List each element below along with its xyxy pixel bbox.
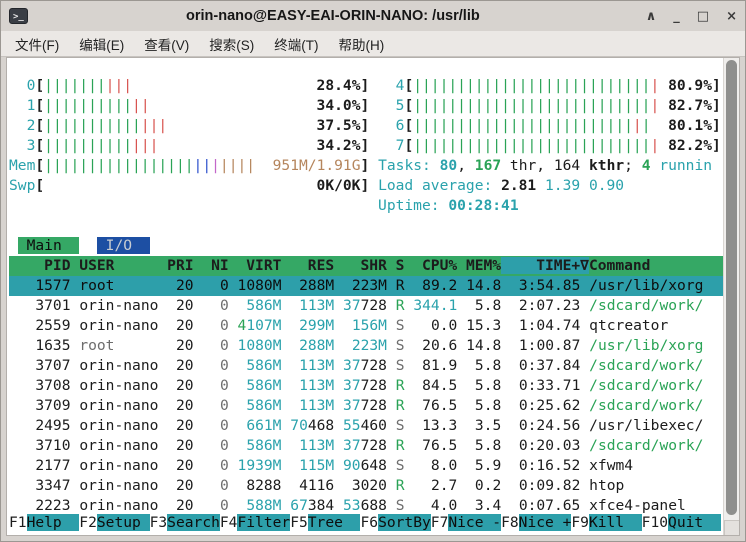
column-header-pid[interactable]: PID xyxy=(9,257,71,274)
window-controls: ∧ _ □ × xyxy=(646,9,737,24)
column-header-command[interactable]: Command xyxy=(589,257,723,274)
terminal-window: >_ orin-nano@EASY-EAI-ORIN-NANO: /usr/li… xyxy=(0,0,746,542)
menu-terminal[interactable]: 终端(T) xyxy=(264,31,328,57)
column-header-pri[interactable]: PRI xyxy=(158,257,193,274)
cpu-meter-line-2: 2[|||||||||||||| 37.5%] 6[||||||||||||||… xyxy=(9,116,723,136)
sort-arrow-icon: ∇ xyxy=(580,257,589,274)
close-button[interactable]: × xyxy=(726,9,737,24)
process-row[interactable]: 3710 orin-nano 20 0 586M 113M 37728 R 76… xyxy=(9,436,723,456)
cpu-meter-line-0: 0[|||||||||| 28.4%] 4[||||||||||||||||||… xyxy=(9,76,723,96)
menu-edit[interactable]: 编辑(E) xyxy=(69,31,134,57)
column-header-s[interactable]: S xyxy=(387,257,405,274)
fkey-f5-label: Tree xyxy=(308,514,361,531)
fkey-f1-label: Help xyxy=(27,514,80,531)
fkey-f8[interactable]: F8Nice + xyxy=(501,514,571,531)
window-title: orin-nano@EASY-EAI-ORIN-NANO: /usr/lib xyxy=(28,8,638,24)
process-row[interactable]: 3708 orin-nano 20 0 586M 113M 37728 R 84… xyxy=(9,376,723,396)
fkey-f7-key: F7 xyxy=(431,514,449,531)
scrollbar-thumb[interactable] xyxy=(726,60,737,515)
fkey-f6[interactable]: F6SortBy xyxy=(360,514,430,531)
column-header-ni[interactable]: NI xyxy=(194,257,229,274)
fkey-f10-key: F10 xyxy=(642,514,668,531)
process-row-selected[interactable]: 1577 root 20 0 1080M 288M 223M R 89.2 14… xyxy=(9,276,723,296)
fkey-f5-key: F5 xyxy=(290,514,308,531)
cpu-meter-line-3: 3[||||||||||||| 34.2%] 7[|||||||||||||||… xyxy=(9,136,723,156)
process-row[interactable]: 2177 orin-nano 20 0 1939M 115M 90648 S 8… xyxy=(9,456,723,476)
menu-file[interactable]: 文件(F) xyxy=(5,31,69,57)
uptime-line: Uptime: 00:28:41 xyxy=(9,196,723,216)
fkey-f2[interactable]: F2Setup xyxy=(79,514,149,531)
menu-view[interactable]: 查看(V) xyxy=(134,31,199,57)
maximize-button[interactable]: □ xyxy=(697,9,709,24)
fkey-f8-key: F8 xyxy=(501,514,519,531)
htop-screen: 0[|||||||||| 28.4%] 4[||||||||||||||||||… xyxy=(9,58,723,535)
shade-button[interactable]: ∧ xyxy=(646,9,657,24)
fkey-f1-key: F1 xyxy=(9,514,27,531)
fkey-f4-label: Filter xyxy=(237,514,290,531)
scrollbar-track[interactable] xyxy=(723,58,739,535)
fkey-f2-key: F2 xyxy=(79,514,97,531)
table-header[interactable]: PID USER PRI NI VIRT RES SHR S CPU% MEM%… xyxy=(9,256,723,276)
process-row[interactable]: 3701 orin-nano 20 0 586M 113M 37728 R 34… xyxy=(9,296,723,316)
swap-meter-line: Swp[ 0K/0K] Load average: 2.81 1.39 0.90 xyxy=(9,176,723,196)
fkey-f9-key: F9 xyxy=(571,514,589,531)
fkey-f10[interactable]: F10Quit xyxy=(642,514,721,531)
column-header-cpu[interactable]: CPU% xyxy=(404,257,457,274)
fkey-f9-label: Kill xyxy=(589,514,642,531)
fkey-f8-label: Nice + xyxy=(519,514,572,531)
memory-meter-line: Mem[|||||||||||||||||||||||| 951M/1.91G]… xyxy=(9,156,723,176)
fkey-f6-key: F6 xyxy=(360,514,378,531)
process-row[interactable]: 3707 orin-nano 20 0 586M 113M 37728 S 81… xyxy=(9,356,723,376)
process-row[interactable]: 2559 orin-nano 20 0 4107M 299M 156M S 0.… xyxy=(9,316,723,336)
fkey-f5[interactable]: F5Tree xyxy=(290,514,360,531)
fkey-f7-label: Nice - xyxy=(448,514,501,531)
blank-line xyxy=(9,216,723,236)
fkey-f9[interactable]: F9Kill xyxy=(571,514,641,531)
fkey-f7[interactable]: F7Nice - xyxy=(431,514,501,531)
screen-tabs: Main I/O xyxy=(9,236,723,256)
menubar: 文件(F)编辑(E)查看(V)搜索(S)终端(T)帮助(H) xyxy=(1,31,745,57)
menu-search[interactable]: 搜索(S) xyxy=(199,31,264,57)
column-header-shr[interactable]: SHR xyxy=(334,257,387,274)
tab-io[interactable]: I/O xyxy=(97,237,150,254)
column-header-mem[interactable]: MEM% xyxy=(457,257,501,274)
column-header-virt[interactable]: VIRT xyxy=(229,257,282,274)
fkey-f4-key: F4 xyxy=(220,514,238,531)
function-key-bar: F1Help F2Setup F3SearchF4FilterF5Tree F6… xyxy=(9,513,723,533)
fkey-f10-label: Quit xyxy=(668,514,721,531)
process-row[interactable]: 1635 root 20 0 1080M 288M 223M S 20.6 14… xyxy=(9,336,723,356)
fkey-f3-key: F3 xyxy=(150,514,168,531)
column-header-time[interactable]: TIME+ xyxy=(501,257,580,274)
fkey-f3-label: Search xyxy=(167,514,220,531)
fkey-f1[interactable]: F1Help xyxy=(9,514,79,531)
minimize-button[interactable]: _ xyxy=(673,9,680,24)
column-header-user[interactable]: USER xyxy=(71,257,159,274)
cpu-meter-line-1: 1[|||||||||||| 34.0%] 5[||||||||||||||||… xyxy=(9,96,723,116)
menu-help[interactable]: 帮助(H) xyxy=(329,31,395,57)
fkey-f2-label: Setup xyxy=(97,514,150,531)
terminal-area: 0[|||||||||| 28.4%] 4[||||||||||||||||||… xyxy=(6,57,740,536)
process-row[interactable]: 2495 orin-nano 20 0 661M 70468 55460 S 1… xyxy=(9,416,723,436)
resize-grip[interactable] xyxy=(724,520,739,535)
terminal-icon: >_ xyxy=(9,8,28,24)
tab-main[interactable]: Main xyxy=(18,237,80,254)
fkey-f6-label: SortBy xyxy=(378,514,431,531)
process-row[interactable]: 3709 orin-nano 20 0 586M 113M 37728 R 76… xyxy=(9,396,723,416)
column-header-res[interactable]: RES xyxy=(281,257,334,274)
process-row[interactable]: 3347 orin-nano 20 0 8288 4116 3020 R 2.7… xyxy=(9,476,723,496)
fkey-f3[interactable]: F3Search xyxy=(150,514,220,531)
titlebar: >_ orin-nano@EASY-EAI-ORIN-NANO: /usr/li… xyxy=(1,1,745,31)
fkey-f4[interactable]: F4Filter xyxy=(220,514,290,531)
